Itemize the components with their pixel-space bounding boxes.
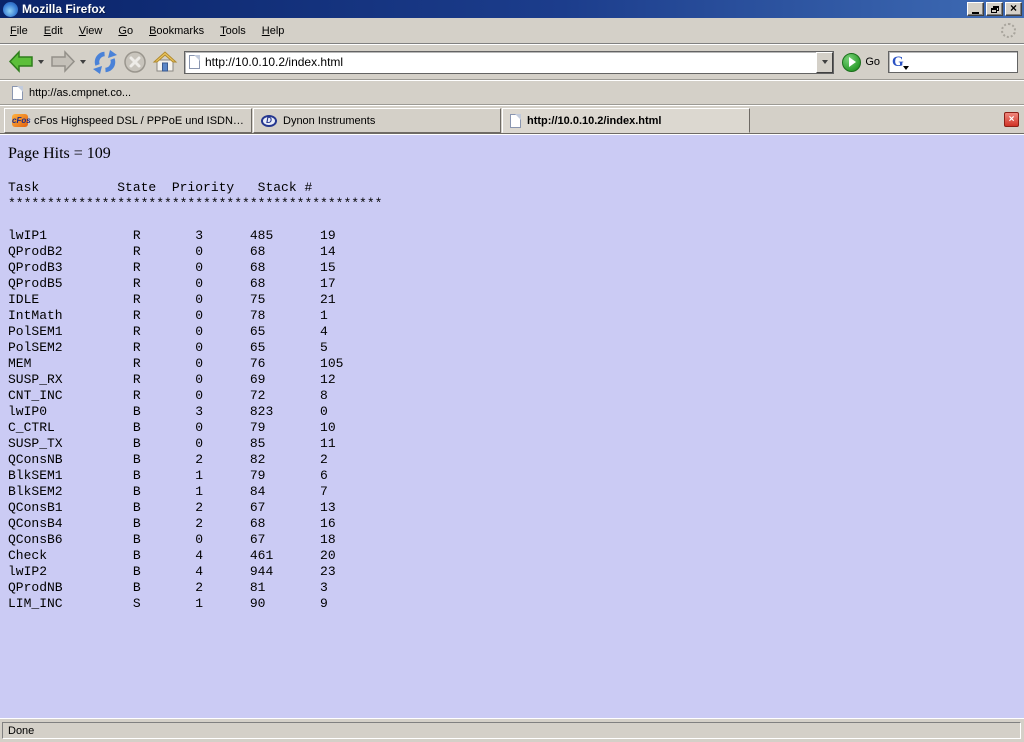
reload-icon bbox=[92, 49, 118, 75]
stop-button[interactable] bbox=[120, 47, 150, 77]
menu-bookmarks[interactable]: Bookmarks bbox=[141, 21, 212, 41]
title-bar: Mozilla Firefox × bbox=[0, 0, 1024, 18]
close-icon: × bbox=[1010, 2, 1017, 14]
restore-icon bbox=[991, 6, 999, 13]
minimize-button[interactable] bbox=[967, 2, 984, 16]
back-arrow-icon bbox=[8, 50, 34, 74]
tab-bar: cFos cFos Highspeed DSL / PPPoE und ISDN… bbox=[0, 105, 1024, 134]
tab-close-button[interactable]: × bbox=[1004, 112, 1019, 127]
page-icon bbox=[189, 55, 200, 69]
close-button[interactable]: × bbox=[1005, 2, 1022, 16]
go-button[interactable] bbox=[842, 53, 861, 72]
cfos-icon: cFos bbox=[12, 114, 28, 127]
page-content: Page Hits = 109 Task State Priority Stac… bbox=[0, 134, 1024, 718]
bookmarks-toolbar: http://as.cmpnet.co... bbox=[0, 80, 1024, 105]
page-hits-text: Page Hits = 109 bbox=[8, 145, 1024, 163]
back-dropdown-icon[interactable] bbox=[38, 60, 44, 64]
tab-label: http://10.0.10.2/index.html bbox=[527, 115, 661, 127]
bookmark-label: http://as.cmpnet.co... bbox=[29, 87, 131, 99]
chevron-down-icon bbox=[822, 60, 828, 64]
menu-tools[interactable]: Tools bbox=[212, 21, 254, 41]
reload-button[interactable] bbox=[90, 47, 120, 77]
url-bar[interactable]: http://10.0.10.2/index.html bbox=[184, 51, 834, 74]
stop-icon bbox=[122, 49, 148, 75]
menu-file[interactable]: File bbox=[2, 21, 36, 41]
tab-label: cFos Highspeed DSL / PPPoE und ISDN CAP.… bbox=[34, 115, 244, 127]
minimize-icon bbox=[972, 12, 979, 14]
search-input[interactable] bbox=[913, 53, 1024, 71]
throbber-icon[interactable] bbox=[1001, 23, 1016, 38]
forward-arrow-icon bbox=[50, 50, 76, 74]
menu-help[interactable]: Help bbox=[254, 21, 293, 41]
url-text[interactable]: http://10.0.10.2/index.html bbox=[200, 55, 816, 69]
search-box[interactable]: G bbox=[888, 51, 1018, 73]
google-search-icon[interactable]: G bbox=[892, 55, 904, 70]
tab-active-index-html[interactable]: http://10.0.10.2/index.html bbox=[502, 108, 750, 133]
tab-dynon[interactable]: D Dynon Instruments bbox=[253, 108, 501, 133]
home-button[interactable] bbox=[150, 47, 180, 77]
menu-edit[interactable]: Edit bbox=[36, 21, 71, 41]
bookmark-item[interactable]: http://as.cmpnet.co... bbox=[6, 84, 137, 102]
tab-label: Dynon Instruments bbox=[283, 115, 375, 127]
task-table: Task State Priority Stack # ************… bbox=[8, 180, 1024, 612]
dynon-icon: D bbox=[261, 115, 277, 127]
forward-dropdown-icon[interactable] bbox=[80, 60, 86, 64]
forward-button[interactable] bbox=[48, 47, 78, 77]
status-bar: Done bbox=[0, 718, 1024, 742]
back-button[interactable] bbox=[6, 47, 36, 77]
home-icon bbox=[152, 50, 178, 74]
firefox-logo-icon bbox=[3, 2, 18, 17]
navigation-toolbar: http://10.0.10.2/index.html Go G bbox=[0, 44, 1024, 80]
status-panel: Done bbox=[2, 722, 1021, 739]
go-button-label[interactable]: Go bbox=[865, 56, 880, 68]
status-text: Done bbox=[8, 725, 34, 737]
tab-cfos[interactable]: cFos cFos Highspeed DSL / PPPoE und ISDN… bbox=[4, 108, 252, 133]
go-play-icon bbox=[849, 57, 856, 67]
menu-view[interactable]: View bbox=[71, 21, 111, 41]
menu-bar: File Edit View Go Bookmarks Tools Help bbox=[0, 18, 1024, 44]
restore-button[interactable] bbox=[986, 2, 1003, 16]
url-dropdown-button[interactable] bbox=[816, 52, 833, 73]
browser-window: Mozilla Firefox × File Edit View Go Book… bbox=[0, 0, 1024, 742]
bookmark-page-icon bbox=[12, 86, 23, 100]
window-title: Mozilla Firefox bbox=[22, 2, 967, 16]
tab-page-icon bbox=[510, 114, 521, 128]
menu-go[interactable]: Go bbox=[110, 21, 141, 41]
